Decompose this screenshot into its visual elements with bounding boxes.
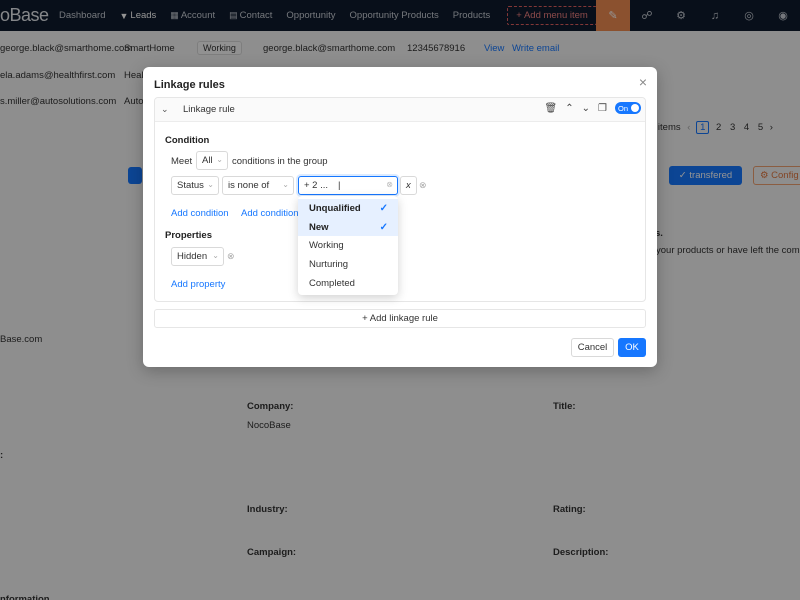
move-down-icon[interactable]: ⌄ xyxy=(582,103,590,114)
property-select[interactable]: Hidden ⌄ xyxy=(171,247,224,266)
chevron-down-icon: ⌄ xyxy=(282,180,289,189)
option-label: Completed xyxy=(309,277,355,289)
modal-title: Linkage rules xyxy=(154,79,225,91)
option-completed[interactable]: Completed xyxy=(298,274,398,293)
rule-name-input[interactable]: Linkage rule xyxy=(181,101,431,119)
meet-select[interactable]: All ⌄ xyxy=(196,151,228,170)
remove-property-icon[interactable]: ⊗ xyxy=(227,251,235,262)
chevron-down-icon: ⌄ xyxy=(207,180,214,189)
linkage-rule-header[interactable]: ⌄ Linkage rule 🗑 ⌃ ⌄ ❐ On xyxy=(155,98,645,122)
delete-icon[interactable]: 🗑 xyxy=(545,103,558,114)
toggle-knob xyxy=(631,104,639,112)
clear-icon[interactable]: ⊗ xyxy=(386,180,393,189)
ok-button[interactable]: OK xyxy=(618,338,646,357)
status-options-dropdown: Unqualified ✓ New ✓ Working Nurturing Comp… xyxy=(298,196,398,295)
check-icon: ✓ xyxy=(379,221,388,233)
option-label: Nurturing xyxy=(309,258,349,270)
add-property-link[interactable]: Add property xyxy=(171,279,225,290)
copy-icon[interactable]: ❐ xyxy=(598,103,607,114)
condition-label: Condition xyxy=(165,135,210,146)
value-multi-select[interactable]: + 2 ... | ⊗ xyxy=(298,176,398,195)
property-select-value: Hidden xyxy=(177,251,208,262)
properties-label: Properties xyxy=(165,230,212,241)
chevron-down-icon[interactable]: ⌄ xyxy=(161,104,175,115)
operator-select-value: is none of xyxy=(228,180,270,191)
option-nurturing[interactable]: Nurturing xyxy=(298,255,398,274)
value-multi-select-display: + 2 ... xyxy=(304,180,329,191)
option-new[interactable]: New ✓ xyxy=(298,217,398,237)
move-up-icon[interactable]: ⌃ xyxy=(565,103,573,114)
field-select-value: Status xyxy=(177,180,204,191)
meet-label: Meet xyxy=(171,156,193,167)
chevron-down-icon: ⌄ xyxy=(216,155,223,164)
check-icon: ✓ xyxy=(379,202,388,214)
field-select[interactable]: Status ⌄ xyxy=(171,176,219,195)
add-linkage-rule-button[interactable]: + Add linkage rule xyxy=(154,309,646,328)
chevron-down-icon: ⌄ xyxy=(212,251,219,260)
rule-toolbar: 🗑 ⌃ ⌄ ❐ On xyxy=(545,102,641,114)
variable-x-label: x xyxy=(406,180,411,191)
linkage-rules-modal: Linkage rules × ⌄ Linkage rule 🗑 ⌃ ⌄ ❐ O… xyxy=(143,67,657,367)
add-condition-group-link[interactable]: Add condition xyxy=(241,208,299,219)
variable-button[interactable]: x xyxy=(400,176,417,195)
close-icon[interactable]: × xyxy=(639,74,647,90)
meet-suffix: conditions in the group xyxy=(232,156,328,167)
option-label: Working xyxy=(309,240,344,252)
option-working[interactable]: Working xyxy=(298,236,398,255)
option-label: Unqualified xyxy=(309,202,361,214)
operator-select[interactable]: is none of ⌄ xyxy=(222,176,294,195)
remove-condition-icon[interactable]: ⊗ xyxy=(419,180,427,191)
option-label: New xyxy=(309,221,329,233)
linkage-rule-panel: ⌄ Linkage rule 🗑 ⌃ ⌄ ❐ On Condition Meet… xyxy=(154,97,646,302)
meet-select-value: All xyxy=(202,155,213,166)
text-cursor: | xyxy=(338,180,341,191)
toggle-label: On xyxy=(618,103,629,113)
add-condition-link[interactable]: Add condition xyxy=(171,208,229,219)
cancel-button[interactable]: Cancel xyxy=(571,338,614,357)
option-unqualified[interactable]: Unqualified ✓ xyxy=(298,199,398,218)
rule-enabled-toggle[interactable]: On xyxy=(615,102,641,114)
